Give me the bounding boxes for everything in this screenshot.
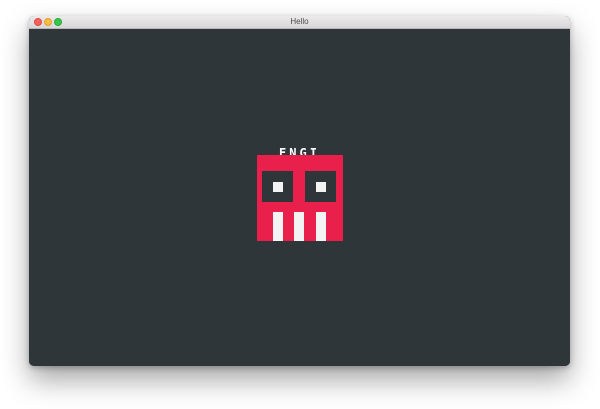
window-title: Hello [290, 17, 309, 26]
right-eye-pupil [316, 182, 326, 192]
tooth-middle [294, 212, 304, 241]
engi-robot-logo-icon [257, 155, 343, 241]
tooth-left [273, 212, 283, 241]
game-canvas[interactable]: ENGI [29, 29, 570, 366]
left-eye-pupil [273, 182, 283, 192]
title-bar[interactable]: Hello [29, 16, 570, 29]
app-window: Hello ENGI [29, 16, 570, 366]
tooth-right [316, 212, 326, 241]
